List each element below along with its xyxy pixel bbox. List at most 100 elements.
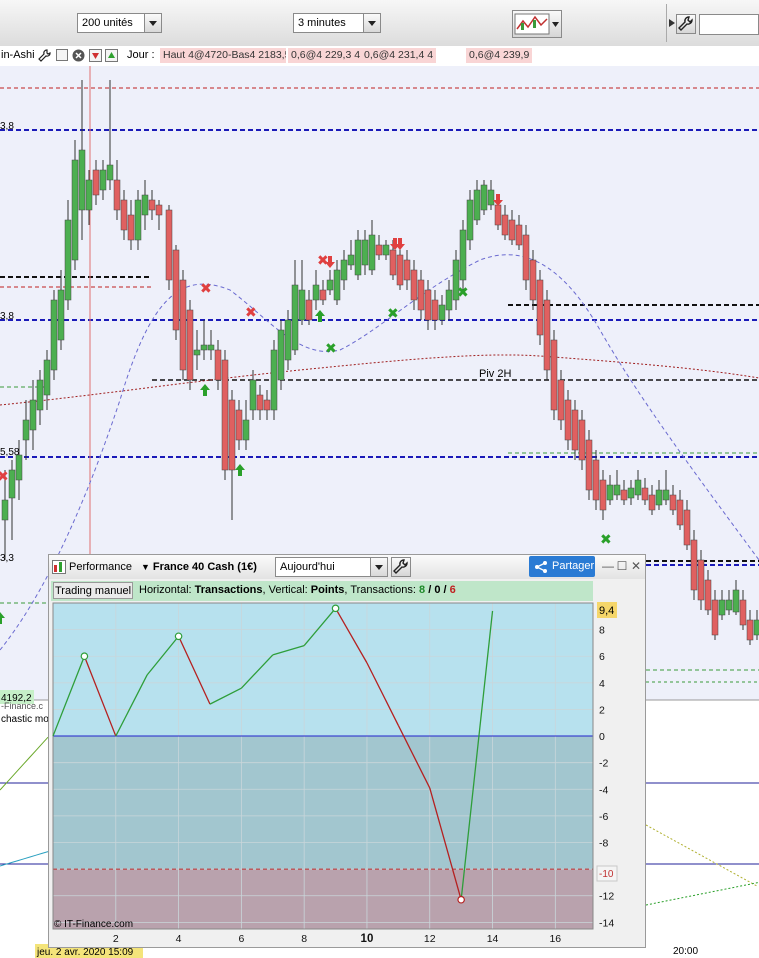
close-circle-icon[interactable] bbox=[72, 49, 85, 62]
candle-body bbox=[333, 269, 341, 301]
candle-body bbox=[134, 199, 142, 241]
candle-body bbox=[22, 419, 30, 441]
info-sep: / bbox=[440, 584, 450, 596]
candle-body bbox=[291, 284, 299, 351]
close-icon[interactable]: ✕ bbox=[630, 559, 642, 573]
candle-body bbox=[326, 279, 334, 291]
candle-body bbox=[127, 214, 135, 241]
candle-body bbox=[487, 189, 495, 206]
collapse-arrow-icon[interactable] bbox=[668, 18, 676, 28]
instrument-select[interactable]: ▼ France 40 Cash (1€) bbox=[141, 557, 257, 577]
share-icon bbox=[535, 561, 547, 573]
candle-body bbox=[256, 394, 264, 411]
y-tick-label: -4 bbox=[599, 784, 608, 796]
candle-body bbox=[704, 579, 712, 611]
candle-body bbox=[648, 494, 656, 511]
trade-point bbox=[174, 632, 183, 641]
candle-body bbox=[319, 289, 327, 301]
y-tick-label: -6 bbox=[599, 811, 608, 823]
candle-body bbox=[50, 299, 58, 371]
candle-body bbox=[214, 349, 222, 381]
performance-info-text: Horizontal: Transactions, Vertical: Poin… bbox=[139, 584, 456, 596]
search-input[interactable] bbox=[699, 14, 759, 35]
y-tick-label: 8 bbox=[599, 625, 605, 637]
candle-body bbox=[8, 469, 16, 499]
y-tick-label: -14 bbox=[599, 917, 614, 929]
move-up-icon[interactable] bbox=[105, 49, 118, 62]
maximize-icon[interactable]: ☐ bbox=[616, 559, 628, 573]
performance-settings-button[interactable] bbox=[391, 557, 411, 577]
candle-chart-icon bbox=[514, 13, 559, 35]
candle-body bbox=[57, 289, 65, 341]
time-axis-label: 20:00 bbox=[673, 946, 698, 957]
candle-body bbox=[515, 224, 523, 246]
candle-body bbox=[403, 259, 411, 281]
share-button[interactable]: Partager bbox=[529, 556, 595, 577]
sell-exit-marker-icon: ✖ bbox=[317, 253, 329, 269]
candle-body bbox=[669, 494, 677, 511]
chevron-down-icon[interactable] bbox=[370, 558, 387, 576]
buy-exit-marker-icon: ✖ bbox=[457, 285, 469, 301]
performance-chart[interactable]: 86420-2-4-6-8-10-12-14246810121416 9,4 -… bbox=[49, 579, 645, 947]
indicator-name: in-Ashi bbox=[1, 49, 35, 61]
candle-body bbox=[494, 204, 502, 226]
x-tick-label: 12 bbox=[424, 933, 436, 945]
candle-body bbox=[15, 454, 23, 481]
candle-body bbox=[200, 344, 208, 351]
price-axis-label: 3,3 bbox=[0, 553, 14, 564]
candle-body bbox=[585, 439, 593, 491]
candle-body bbox=[85, 179, 93, 211]
candle-body bbox=[662, 489, 670, 501]
candle-body bbox=[473, 189, 481, 221]
candle-body bbox=[347, 254, 355, 266]
buy-exit-marker-icon: ✖ bbox=[387, 306, 399, 322]
candle-body bbox=[438, 304, 446, 321]
wrench-icon bbox=[393, 559, 408, 574]
settings-button[interactable] bbox=[676, 14, 696, 34]
loss-zone bbox=[53, 869, 593, 929]
candle-body bbox=[592, 459, 600, 501]
candle-body bbox=[78, 149, 86, 211]
trade-point bbox=[80, 652, 89, 661]
candle-body bbox=[361, 239, 369, 266]
crosshair-time: jeu. 2 avr. 2020 15:09 bbox=[36, 947, 134, 958]
candle-body bbox=[431, 299, 439, 321]
y-tick-label: -8 bbox=[599, 838, 608, 850]
candle-body bbox=[396, 254, 404, 286]
wrench-icon[interactable] bbox=[38, 49, 52, 63]
chevron-down-icon[interactable] bbox=[144, 14, 161, 32]
buy-exit-marker-icon: ✖ bbox=[325, 341, 337, 357]
performance-copyright: © IT-Finance.com bbox=[54, 919, 133, 930]
day-label: Jour : bbox=[127, 49, 155, 61]
move-down-icon[interactable] bbox=[89, 49, 102, 62]
candle-body bbox=[389, 249, 397, 276]
chevron-down-icon[interactable]: ▼ bbox=[141, 562, 150, 572]
negative-zone bbox=[53, 736, 593, 870]
candle-body bbox=[697, 559, 705, 601]
manual-trading-button[interactable]: Trading manuel bbox=[53, 582, 133, 599]
candle-body bbox=[746, 619, 754, 641]
candle-body bbox=[228, 399, 236, 471]
period-select[interactable]: Aujourd'hui bbox=[275, 557, 388, 577]
candle-body bbox=[375, 244, 383, 256]
level-chip: Haut 4@4720-Bas4 2183,5 bbox=[160, 48, 286, 63]
candle-body bbox=[64, 219, 72, 301]
chevron-down-icon[interactable] bbox=[363, 14, 380, 32]
candle-body bbox=[613, 484, 621, 496]
units-select[interactable]: 200 unités bbox=[77, 13, 162, 33]
copyright-tag: -Finance.c bbox=[1, 701, 44, 711]
toolbar-separator bbox=[666, 4, 667, 42]
candle-body bbox=[148, 199, 156, 211]
current-value-label: 9,4 bbox=[599, 605, 614, 617]
minimize-icon[interactable]: — bbox=[602, 559, 614, 573]
window-icon[interactable] bbox=[56, 49, 68, 61]
interval-select[interactable]: 3 minutes bbox=[293, 13, 381, 33]
candle-body bbox=[193, 349, 201, 356]
chart-type-button[interactable] bbox=[512, 10, 562, 38]
pivot-label: Piv 2H bbox=[479, 368, 511, 380]
candle-body bbox=[298, 289, 306, 321]
candle-body bbox=[543, 299, 551, 371]
interval-select-value: 3 minutes bbox=[298, 17, 346, 29]
candle-body bbox=[627, 487, 635, 499]
candle-body bbox=[466, 199, 474, 241]
